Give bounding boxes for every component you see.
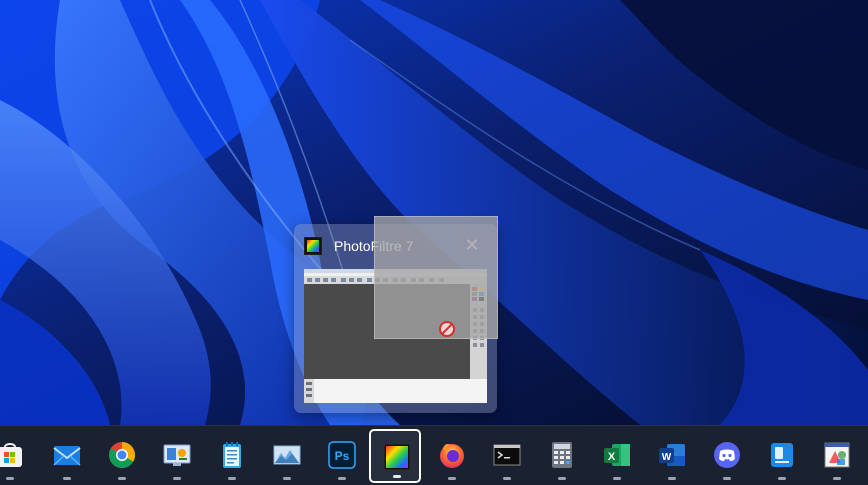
drag-ghost-window <box>374 216 498 339</box>
control-panel-icon <box>163 441 191 469</box>
taskbar-item-photofiltre[interactable] <box>369 429 421 483</box>
taskbar-item-photoshop[interactable]: Ps <box>316 429 368 483</box>
no-drop-icon <box>438 320 456 338</box>
word-icon: W <box>658 441 686 469</box>
taskbar-item-excel[interactable]: X <box>591 429 643 483</box>
taskbar-item-remote-desktop[interactable] <box>756 429 808 483</box>
image-viewer-icon <box>273 441 301 469</box>
firefox-icon <box>438 441 466 469</box>
paint-icon <box>823 441 851 469</box>
store-icon <box>0 441 24 469</box>
photoshop-icon: Ps <box>328 441 356 469</box>
taskbar-item-firefox[interactable] <box>426 429 478 483</box>
excel-icon: X <box>603 441 631 469</box>
taskbar-item-calculator[interactable] <box>536 429 588 483</box>
taskbar-item-notepad[interactable] <box>206 429 258 483</box>
svg-text:Ps: Ps <box>335 449 350 463</box>
taskbar-item-store[interactable] <box>0 429 36 483</box>
taskbar-item-control-panel[interactable] <box>151 429 203 483</box>
taskbar-item-image-viewer[interactable] <box>261 429 313 483</box>
taskbar-item-command-prompt[interactable] <box>481 429 533 483</box>
svg-text:X: X <box>608 451 616 463</box>
taskbar-item-mail[interactable] <box>41 429 93 483</box>
notepad-icon <box>218 441 246 469</box>
taskbar-item-discord[interactable] <box>701 429 753 483</box>
photofiltre-icon <box>383 443 411 471</box>
taskbar-item-paint[interactable] <box>811 429 863 483</box>
discord-icon <box>713 441 741 469</box>
photofiltre-icon <box>304 237 322 255</box>
terminal-icon <box>493 441 521 469</box>
svg-text:W: W <box>662 452 672 463</box>
taskbar: Ps X W <box>0 425 868 485</box>
calculator-icon <box>548 441 576 469</box>
chrome-icon <box>108 441 136 469</box>
mail-icon <box>53 441 81 469</box>
taskbar-item-word[interactable]: W <box>646 429 698 483</box>
remote-desktop-icon <box>768 441 796 469</box>
taskbar-item-chrome[interactable] <box>96 429 148 483</box>
